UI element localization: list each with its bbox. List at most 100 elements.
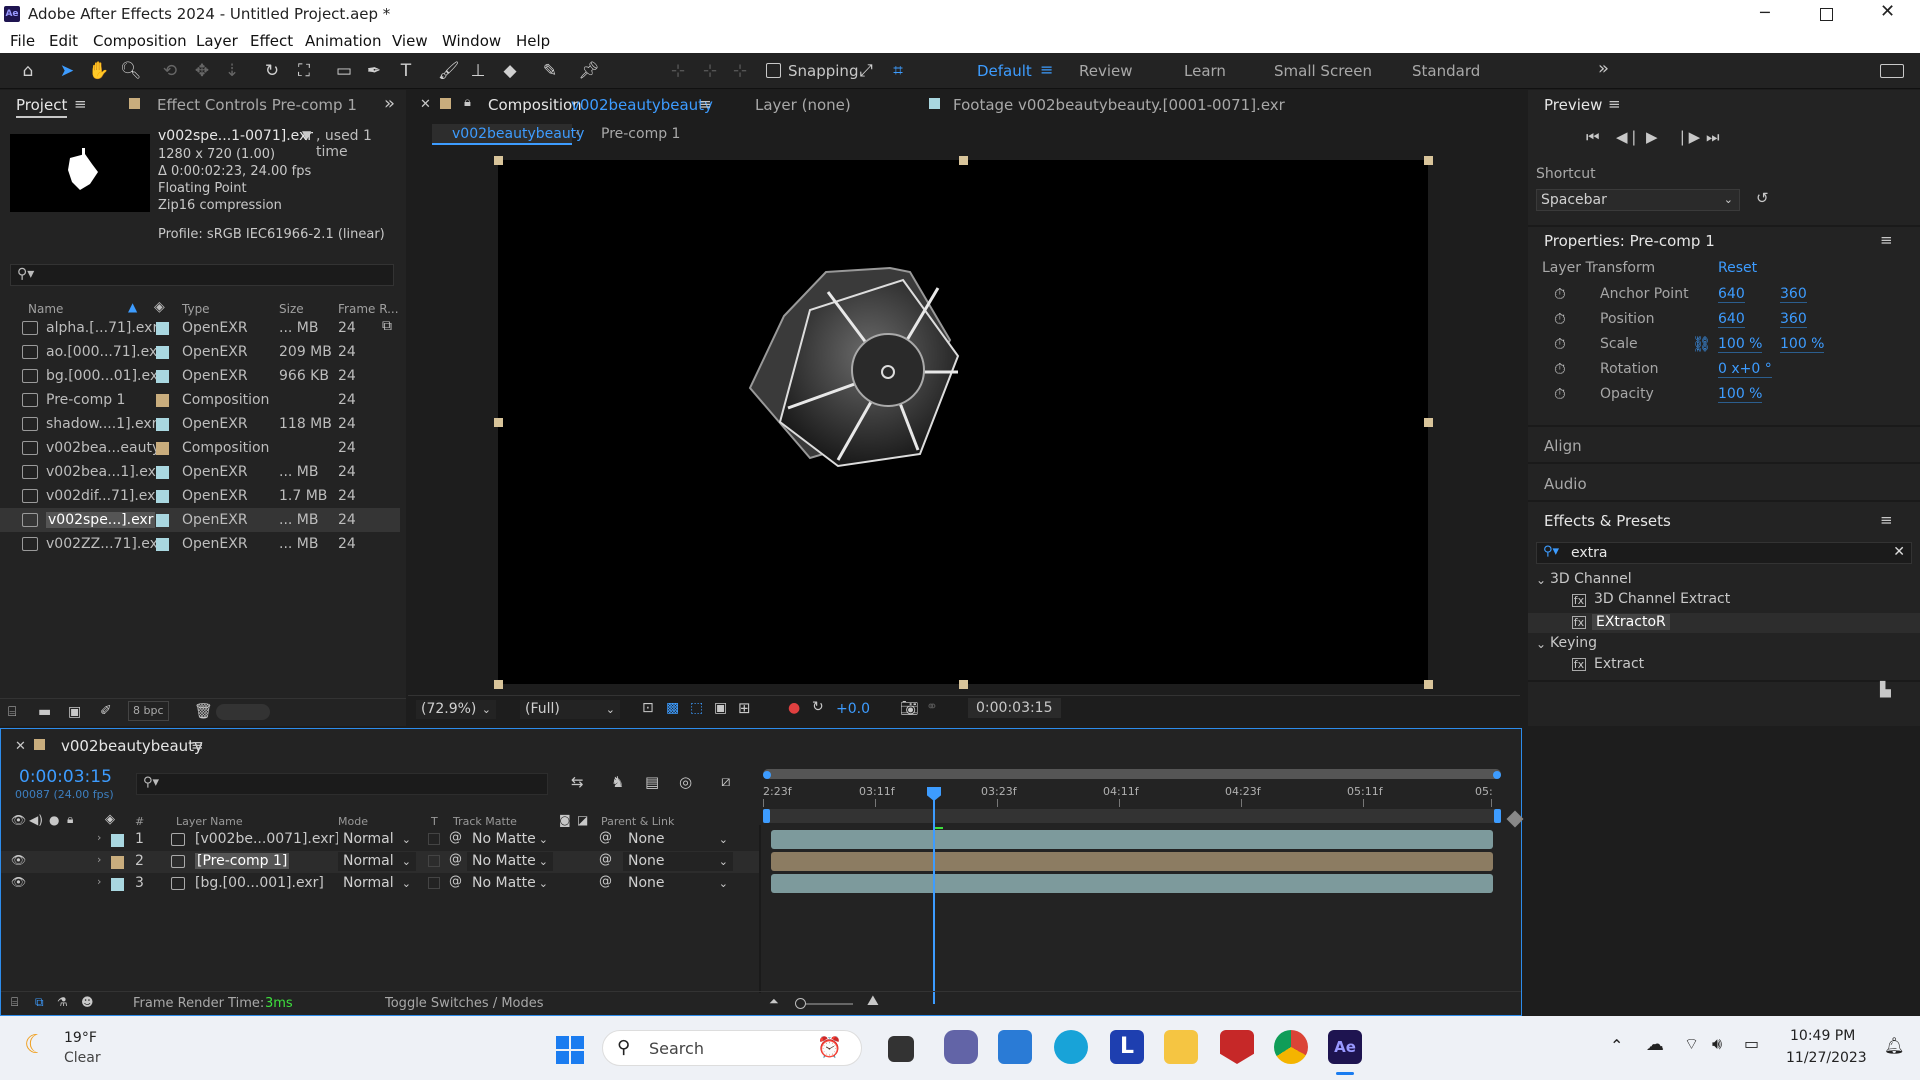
type-tool-icon[interactable]: T: [396, 61, 416, 81]
menu-animation[interactable]: Animation: [305, 32, 381, 50]
panel-menu-icon[interactable]: ≡: [74, 95, 87, 113]
roto-brush-icon[interactable]: ✎: [540, 61, 560, 81]
chevron-down-icon[interactable]: ⌄: [1536, 637, 1546, 651]
constrain-proportions-icon[interactable]: ⛓: [1692, 335, 1711, 353]
project-item-row[interactable]: v002bea...1].exr OpenEXR ... MB 24: [0, 460, 400, 484]
adjust-settings-icon[interactable]: ✐: [100, 703, 112, 719]
project-search-input[interactable]: ⚲▾: [10, 264, 394, 286]
workspace-default[interactable]: Default: [977, 62, 1032, 80]
label-color-swatch[interactable]: [156, 466, 169, 479]
tab-footage[interactable]: Footage v002beautybeauty.[0001-0071].exr: [953, 96, 1285, 114]
layer-name[interactable]: [bg.[00...001].exr]: [195, 875, 324, 891]
shortcut-dropdown[interactable]: Spacebar ⌄: [1536, 189, 1740, 211]
menu-file[interactable]: File: [10, 32, 35, 50]
comp-viewer[interactable]: [498, 160, 1428, 684]
volume-icon[interactable]: 🔊︎: [1712, 1034, 1722, 1054]
parent-pickwhip-icon[interactable]: @: [599, 874, 612, 889]
workspace-small-screen[interactable]: Small Screen: [1274, 62, 1372, 80]
parent-dropdown[interactable]: None ⌄: [623, 830, 733, 849]
workspace-standard[interactable]: Standard: [1412, 62, 1480, 80]
project-item-row[interactable]: v002bea...eauty Composition 24: [0, 436, 400, 460]
layer-row[interactable]: 👁︎ › 3 [bg.[00...001].exr] Normal ⌄ @ No Matte ⌄…: [1, 873, 761, 895]
group-keying[interactable]: Keying: [1550, 635, 1597, 651]
clock-time[interactable]: 10:49 PM: [1790, 1028, 1855, 1044]
rotation-stopwatch-icon[interactable]: ⏱: [1554, 360, 1566, 378]
snapshot-icon[interactable]: 📷︎: [900, 699, 919, 717]
in-out-icon[interactable]: ⚗: [57, 995, 68, 1009]
menu-help[interactable]: Help: [516, 32, 550, 50]
layer-duration-bar[interactable]: [771, 830, 1493, 849]
dolly-tool-icon[interactable]: ⇣: [222, 61, 242, 81]
expand-chevron-icon[interactable]: ›: [97, 853, 101, 866]
workspace-review[interactable]: Review: [1079, 62, 1133, 80]
matte-pickwhip-icon[interactable]: @: [449, 874, 462, 889]
label-color-swatch[interactable]: [156, 418, 169, 431]
label-tag-icon[interactable]: ◈: [154, 299, 165, 315]
bound-handle[interactable]: [494, 156, 503, 165]
track-matte-dropdown[interactable]: No Matte ⌄: [467, 830, 553, 849]
work-area-bar[interactable]: [763, 769, 1501, 779]
taskbar-search-box[interactable]: ⚲ Search ⏰: [602, 1030, 862, 1066]
zoom-out-icon[interactable]: ⏶: [769, 994, 779, 1009]
pan-behind-icon[interactable]: ⛶: [294, 61, 314, 81]
comp-mini-flowchart-icon[interactable]: ⇆: [571, 773, 584, 791]
zoom-tool-icon[interactable]: 🔍︎: [120, 61, 142, 81]
sort-asc-icon[interactable]: ▲: [128, 300, 137, 314]
mask-visibility-icon[interactable]: ⬚: [690, 700, 703, 716]
render-time-icon[interactable]: ☻: [81, 995, 94, 1009]
lock-icon[interactable]: 🔒︎: [464, 95, 471, 110]
mcafee-icon[interactable]: [1220, 1030, 1254, 1064]
eye-icon[interactable]: 👁︎: [11, 853, 26, 867]
store-icon[interactable]: [998, 1030, 1032, 1064]
label-color-swatch[interactable]: [156, 442, 169, 455]
new-folder-icon[interactable]: ▬: [38, 704, 51, 720]
workspace-overflow-icon[interactable]: »: [1598, 58, 1609, 79]
tab-composition-prefix[interactable]: Composition: [488, 96, 582, 114]
effect-extract[interactable]: Extract: [1594, 656, 1644, 672]
graph-editor-icon[interactable]: ⧄: [721, 772, 731, 790]
label-color-swatch[interactable]: [156, 490, 169, 503]
view-axis-icon[interactable]: ⊹: [730, 61, 750, 81]
draft-3d-icon[interactable]: ♞: [611, 773, 624, 791]
opacity-stopwatch-icon[interactable]: ⏱: [1554, 385, 1566, 403]
track-matte-dropdown[interactable]: No Matte ⌄: [467, 852, 553, 871]
blend-mode-dropdown[interactable]: Normal ⌄: [338, 830, 416, 849]
label-color-swatch[interactable]: [156, 538, 169, 551]
time-navigator[interactable]: [763, 809, 1501, 823]
first-frame-icon[interactable]: ⏮: [1586, 128, 1600, 146]
battery-icon[interactable]: ▭: [1744, 1034, 1759, 1053]
weather-temp[interactable]: 19°F: [64, 1030, 97, 1046]
clock-date[interactable]: 11/27/2023: [1786, 1050, 1867, 1066]
project-item-row[interactable]: shadow....1].exr OpenEXR 118 MB 24: [0, 412, 400, 436]
transparency-grid-icon[interactable]: ▩: [666, 700, 679, 716]
parent-dropdown[interactable]: None ⌄: [623, 874, 733, 893]
property-value-2[interactable]: 360: [1780, 311, 1807, 328]
file-explorer-icon[interactable]: [1164, 1030, 1198, 1064]
trash-icon[interactable]: 🗑︎: [194, 702, 213, 720]
zoom-in-icon[interactable]: ⛰: [867, 993, 879, 1009]
snapping-checkbox[interactable]: [766, 63, 781, 78]
eye-icon[interactable]: 👁︎: [11, 875, 26, 889]
comp-marker-bin-icon[interactable]: [1506, 810, 1524, 828]
solo-icon[interactable]: ●: [49, 813, 59, 827]
bound-handle[interactable]: [494, 418, 503, 427]
bound-handle[interactable]: [1424, 680, 1433, 689]
parent-dropdown[interactable]: None ⌄: [623, 852, 733, 871]
parent-pickwhip-icon[interactable]: @: [599, 852, 612, 867]
menu-view[interactable]: View: [392, 32, 428, 50]
label-tag-icon[interactable]: ◈: [105, 812, 115, 827]
zoom-dropdown[interactable]: (72.9%) ⌄: [416, 700, 496, 719]
breadcrumb-precomp[interactable]: Pre-comp 1: [601, 126, 680, 142]
axis-icon[interactable]: ⊹: [668, 61, 688, 81]
brush-tool-icon[interactable]: 🖌︎: [438, 61, 460, 81]
matte-pickwhip-icon[interactable]: @: [449, 830, 462, 845]
layer-label-swatch[interactable]: [111, 856, 124, 869]
after-effects-taskbar-icon[interactable]: Ae: [1328, 1030, 1362, 1064]
tab-project[interactable]: Project: [16, 96, 68, 118]
layer-label-swatch[interactable]: [111, 834, 124, 847]
property-value-1[interactable]: 100 %: [1718, 336, 1763, 353]
label-color-swatch[interactable]: [156, 322, 169, 335]
label-color-swatch[interactable]: [156, 346, 169, 359]
project-item-row[interactable]: ao.[000...71].exr OpenEXR 209 MB 24: [0, 340, 400, 364]
navigator-start[interactable]: [763, 809, 770, 823]
